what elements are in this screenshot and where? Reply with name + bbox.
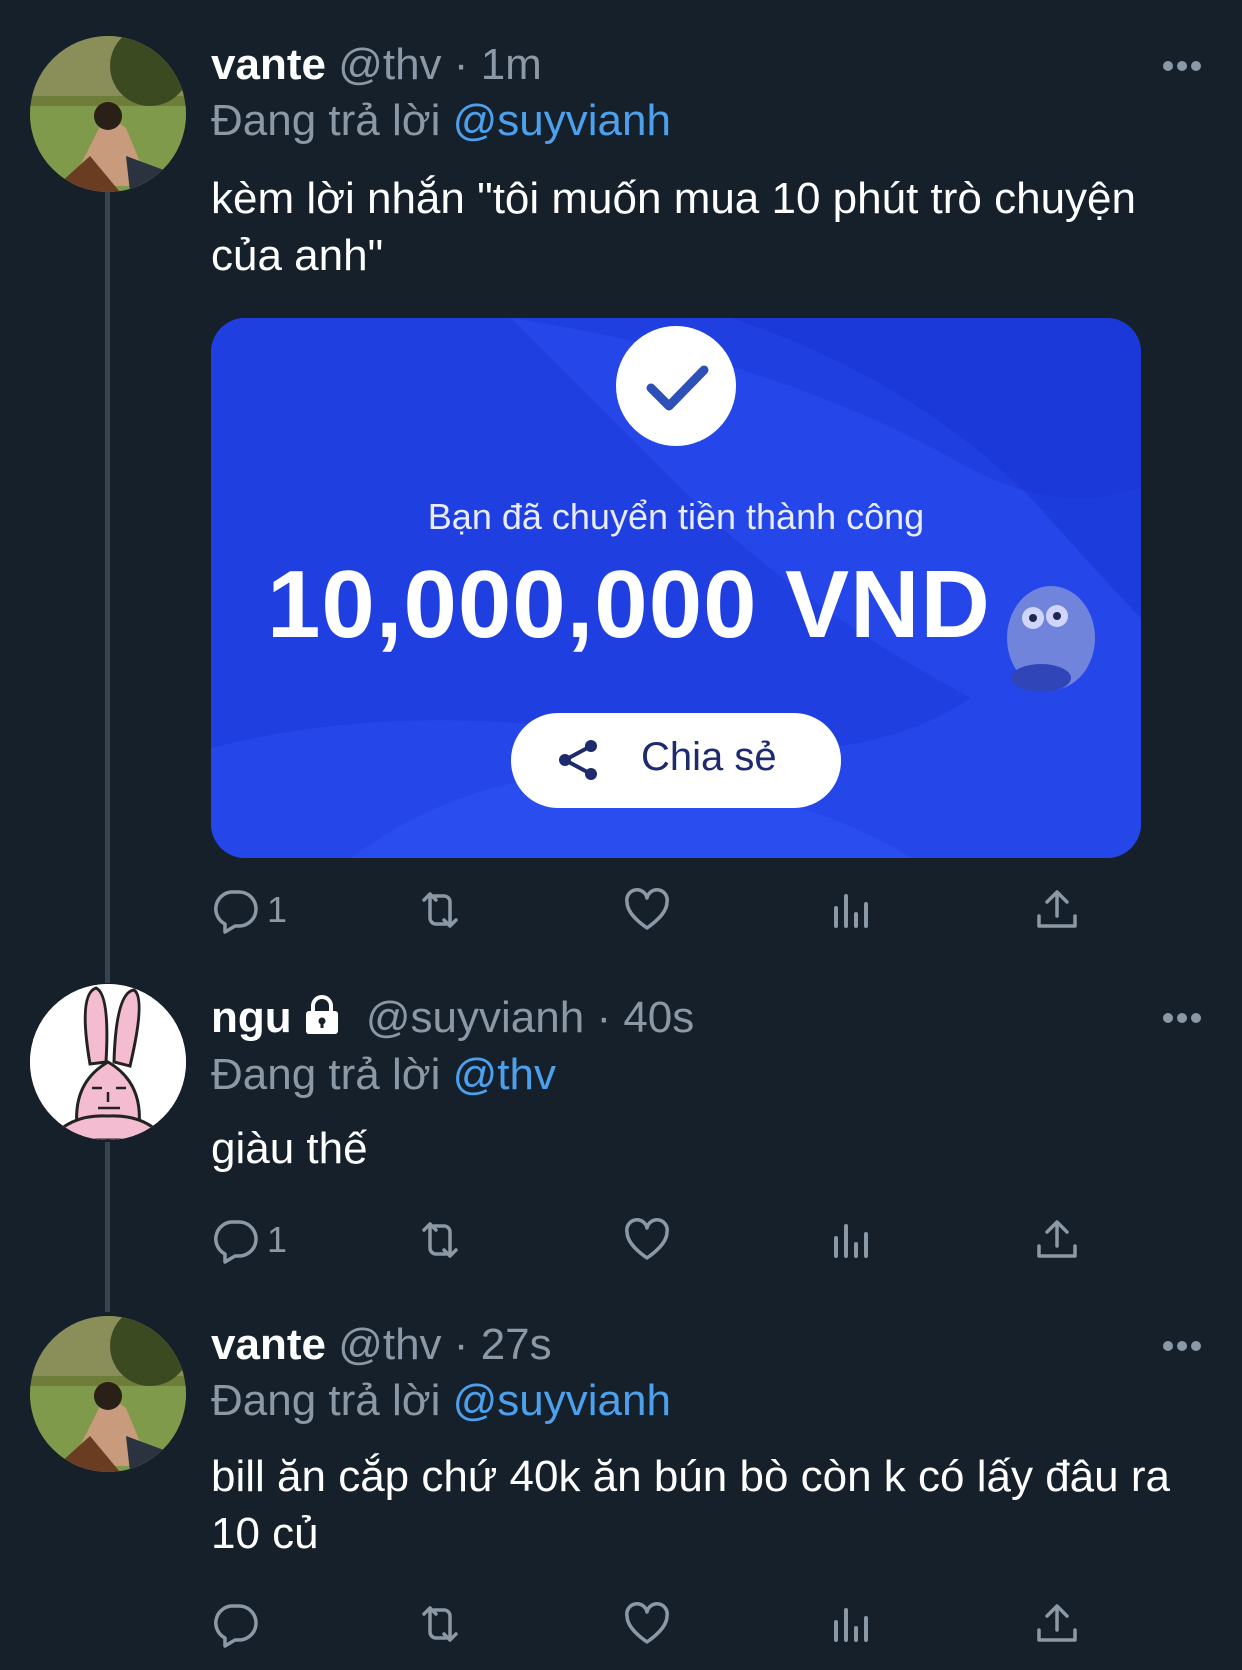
analytics-button[interactable] <box>828 1596 876 1652</box>
analytics-icon <box>834 1608 868 1642</box>
reply-count: 1 <box>267 889 288 930</box>
tweet-media[interactable]: Bạn đã chuyển tiền thành công 10,000,000… <box>211 318 1141 858</box>
mention-link[interactable]: @suyvianh <box>453 96 671 145</box>
display-name[interactable]: vante <box>211 1320 326 1369</box>
retweet-icon <box>422 892 458 928</box>
separator: · <box>453 40 469 89</box>
more-icon[interactable] <box>1162 1339 1202 1351</box>
reply-button[interactable] <box>211 1596 267 1652</box>
more-icon[interactable] <box>1162 1011 1202 1023</box>
share-button-label: Chia sẻ <box>641 735 777 779</box>
like-icon <box>625 1218 669 1260</box>
analytics-icon <box>834 1224 868 1258</box>
tweet-header: ngu @suyvianh · 40s <box>211 992 1242 1048</box>
share-icon <box>1037 1220 1077 1258</box>
mention-link[interactable]: @suyvianh <box>453 1376 671 1425</box>
transfer-message: Bạn đã chuyển tiền thành công <box>427 496 925 537</box>
replying-label: Đang trả lời <box>211 1050 441 1099</box>
replying-label: Đang trả lời <box>211 96 441 145</box>
timestamp[interactable]: 27s <box>481 1320 552 1369</box>
separator: · <box>596 993 612 1042</box>
analytics-button[interactable] <box>828 1212 876 1268</box>
tweet-actions: 1 <box>211 1212 1111 1268</box>
share-tweet-button[interactable] <box>1033 1212 1081 1268</box>
tweet-1[interactable]: vante @thv · 1m Đang trả lời @suyvianh k… <box>0 0 1242 960</box>
like-button[interactable] <box>623 882 671 938</box>
tweet-header: vante @thv · 1m <box>211 40 1242 96</box>
user-handle[interactable]: @thv <box>338 1320 441 1369</box>
like-icon <box>625 888 669 930</box>
replying-to: Đang trả lời @thv <box>211 1050 556 1100</box>
avatar[interactable] <box>30 1316 186 1472</box>
tweet-2[interactable]: ngu @suyvianh · 40s Đang trả lời @thv gi… <box>0 960 1242 1280</box>
reply-icon <box>214 1220 258 1264</box>
reply-button[interactable]: 1 <box>211 1212 287 1268</box>
like-icon <box>625 1602 669 1644</box>
timestamp[interactable]: 40s <box>623 993 694 1042</box>
check-icon <box>616 326 736 446</box>
tweet-3[interactable]: vante @thv · 27s Đang trả lời @suyvianh … <box>0 1290 1242 1670</box>
user-handle[interactable]: @thv <box>338 40 441 89</box>
tweet-text: kèm lời nhắn "tôi muốn mua 10 phút trò c… <box>211 174 1136 280</box>
reply-icon <box>214 890 258 934</box>
tweet-header: vante @thv · 27s <box>211 1320 1242 1376</box>
like-button[interactable] <box>623 1212 671 1268</box>
mention-link[interactable]: @thv <box>453 1050 556 1099</box>
share-icon <box>1037 1604 1077 1642</box>
tweet-actions <box>211 1596 1111 1652</box>
tweet-text: bill ăn cắp chứ 40k ăn bún bò còn k có l… <box>211 1452 1170 1558</box>
share-button[interactable]: Chia sẻ <box>511 713 841 808</box>
analytics-button[interactable] <box>828 882 876 938</box>
transfer-amount: 10,000,000 VND <box>267 551 991 658</box>
retweet-icon <box>422 1222 458 1258</box>
retweet-icon <box>422 1606 458 1642</box>
tweet-actions: 1 <box>211 882 1111 938</box>
reply-button[interactable]: 1 <box>211 882 287 938</box>
like-button[interactable] <box>623 1596 671 1652</box>
avatar[interactable] <box>30 984 186 1140</box>
share-tweet-button[interactable] <box>1033 882 1081 938</box>
retweet-button[interactable] <box>416 1596 464 1652</box>
replying-to: Đang trả lời @suyvianh <box>211 96 671 146</box>
replying-to: Đang trả lời @suyvianh <box>211 1376 671 1426</box>
reply-icon <box>214 1604 258 1648</box>
separator: · <box>453 1320 469 1369</box>
reply-count: 1 <box>267 1219 288 1260</box>
retweet-button[interactable] <box>416 882 464 938</box>
replying-label: Đang trả lời <box>211 1376 441 1425</box>
timestamp[interactable]: 1m <box>481 40 542 89</box>
analytics-icon <box>834 894 868 928</box>
lock-icon <box>300 992 344 1036</box>
avatar[interactable] <box>30 36 186 192</box>
retweet-button[interactable] <box>416 1212 464 1268</box>
share-tweet-button[interactable] <box>1033 1596 1081 1652</box>
share-icon <box>1037 890 1077 928</box>
display-name[interactable]: ngu <box>211 993 292 1042</box>
user-handle[interactable]: @suyvianh <box>366 993 584 1042</box>
more-icon[interactable] <box>1162 59 1202 71</box>
display-name[interactable]: vante <box>211 40 326 89</box>
tweet-text: giàu thế <box>211 1124 368 1173</box>
